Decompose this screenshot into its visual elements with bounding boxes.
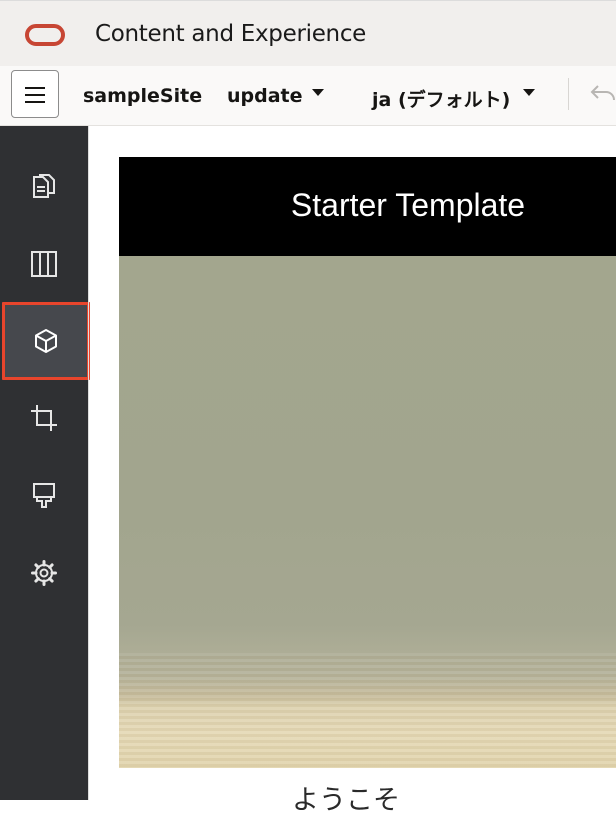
columns-icon [31,251,57,277]
language-dropdown-chevron-icon[interactable] [523,89,535,96]
update-selector[interactable]: update [227,85,303,107]
hero-image-floor [119,653,616,768]
cube-icon [35,329,57,353]
hamburger-menu-icon [25,94,45,96]
crop-icon [31,405,57,431]
site-name[interactable]: sampleSite [83,85,202,107]
gear-icon [31,560,57,586]
site-toolbar: sampleSite update ja (デフォルト) [0,66,616,126]
app-title: Content and Experience [95,21,367,47]
rail-item-components[interactable] [2,302,90,380]
update-dropdown-chevron-icon[interactable] [312,89,324,96]
welcome-heading[interactable]: ようこそ [292,778,400,817]
hamburger-menu-icon [25,101,45,103]
left-rail [0,126,90,800]
language-selector[interactable]: ja (デフォルト) [372,85,510,112]
rail-item-settings[interactable] [0,534,88,612]
rail-item-layout[interactable] [0,225,88,303]
undo-icon[interactable] [588,82,616,106]
site-banner[interactable]: Starter Template [119,157,616,256]
rail-divider [88,126,89,800]
page-canvas[interactable]: Starter Template [119,157,616,768]
rail-item-theme[interactable] [0,456,88,534]
rail-item-crop[interactable] [0,379,88,457]
hamburger-menu-button[interactable] [11,70,59,118]
rail-item-pages[interactable] [0,148,88,226]
banner-title: Starter Template [290,187,526,223]
oracle-logo-icon [25,24,65,46]
hamburger-menu-icon [25,87,45,89]
toolbar-divider [568,78,569,110]
app-header: Content and Experience [0,0,616,66]
pages-icon [33,174,55,198]
paint-brush-icon [33,483,55,508]
